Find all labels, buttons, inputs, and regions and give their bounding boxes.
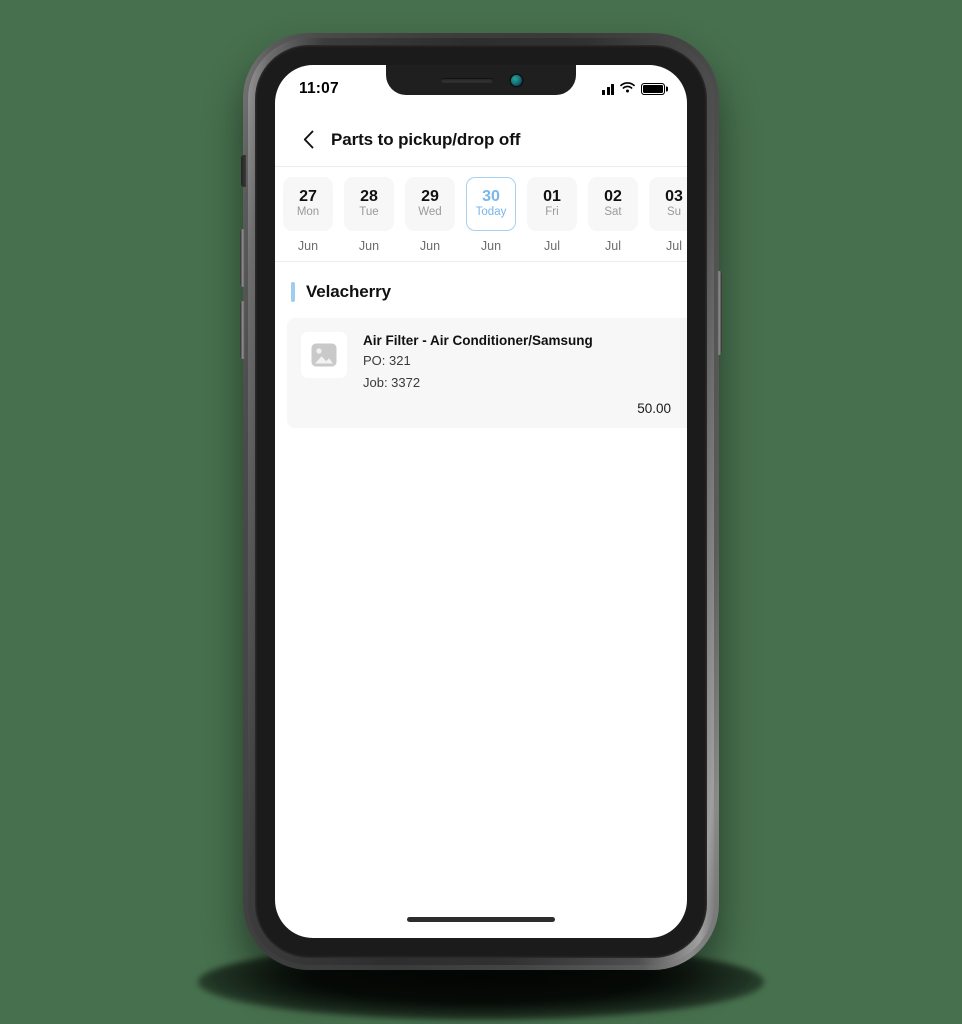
part-thumbnail	[301, 331, 347, 378]
date-day-number: 02	[604, 188, 622, 206]
page-title: Parts to pickup/drop off	[331, 129, 521, 149]
part-po-number: PO: 321	[363, 352, 411, 368]
date-month-label: Jul	[605, 239, 621, 253]
signal-bars-icon	[602, 83, 614, 95]
chevron-left-icon	[303, 130, 313, 149]
back-button[interactable]	[293, 125, 323, 155]
date-option-28[interactable]: 28 Tue Jun	[344, 177, 394, 253]
date-month-label: Jun	[480, 239, 502, 253]
part-name: Air Filter - Air Conditioner/Samsung	[363, 332, 593, 348]
date-day-number: 01	[543, 188, 561, 206]
parts-list-content: Velacherry Air Filter - Air Conditioner/…	[275, 261, 687, 429]
date-option-01[interactable]: 01 Fri Jul	[527, 177, 577, 253]
date-option-29[interactable]: 29 Wed Jun	[405, 177, 455, 253]
date-day-number: 28	[360, 188, 378, 206]
date-day-number: 30	[482, 188, 500, 206]
section-accent-bar	[291, 281, 295, 302]
date-day-number: 03	[665, 188, 683, 206]
date-weekday-label: Su	[666, 206, 682, 219]
earpiece-speaker-icon	[440, 77, 493, 83]
status-bar-clock: 11:07	[299, 80, 339, 97]
date-weekday-label: Mon	[296, 206, 320, 219]
date-today-label: Today	[475, 206, 507, 219]
section-header-velacherry: Velacherry	[275, 262, 687, 318]
battery-full-icon	[641, 83, 665, 95]
date-selector-strip[interactable]: 27 Mon Jun 28 Tue Jun 29 Wed Jun 30 Toda…	[275, 167, 687, 262]
part-job-number: Job: 3372	[363, 375, 421, 391]
date-weekday-label: Fri	[545, 206, 559, 219]
date-weekday-label: Tue	[359, 206, 379, 219]
phone-device-frame: 11:07 Parts to pickup/drop off 27 Mon Ju…	[240, 33, 722, 970]
part-list-item[interactable]: Air Filter - Air Conditioner/Samsung PO:…	[287, 317, 687, 429]
date-chip[interactable]: 28 Tue	[344, 177, 394, 231]
date-month-label: Jun	[419, 239, 441, 253]
wifi-icon	[620, 80, 635, 98]
image-placeholder-icon	[311, 343, 337, 366]
date-chip[interactable]: 27 Mon	[283, 177, 333, 231]
display-notch	[386, 65, 576, 95]
volume-down-button[interactable]	[240, 301, 245, 359]
home-indicator-bar[interactable]	[407, 917, 555, 922]
app-header: Parts to pickup/drop off	[275, 113, 687, 167]
power-button[interactable]	[717, 271, 722, 355]
date-chip[interactable]: 01 Fri	[527, 177, 577, 231]
phone-screen: 11:07 Parts to pickup/drop off 27 Mon Ju…	[275, 65, 687, 938]
date-option-02[interactable]: 02 Sat Jul	[588, 177, 638, 253]
date-option-27[interactable]: 27 Mon Jun	[283, 177, 333, 253]
date-chip[interactable]: 29 Wed	[405, 177, 455, 231]
date-chip[interactable]: 02 Sat	[588, 177, 638, 231]
silent-switch-button[interactable]	[241, 155, 246, 187]
date-chip-selected[interactable]: 30 Today	[466, 177, 516, 231]
part-details: Air Filter - Air Conditioner/Samsung PO:…	[363, 332, 671, 417]
date-month-label: Jun	[297, 239, 319, 253]
part-price: 50.00	[637, 401, 671, 417]
date-month-label: Jul	[666, 239, 682, 253]
date-weekday-label: Sat	[604, 206, 622, 219]
date-option-30-today[interactable]: 30 Today Jun	[466, 177, 516, 253]
volume-up-button[interactable]	[240, 229, 245, 287]
section-title: Velacherry	[306, 281, 392, 301]
date-day-number: 27	[299, 188, 317, 206]
date-option-03[interactable]: 03 Su Jul	[649, 177, 687, 253]
status-bar-indicators	[602, 80, 665, 98]
date-month-label: Jun	[358, 239, 380, 253]
front-camera-icon	[510, 74, 522, 86]
date-chip[interactable]: 03 Su	[649, 177, 687, 231]
date-day-number: 29	[421, 188, 439, 206]
date-weekday-label: Wed	[418, 206, 442, 219]
date-month-label: Jul	[544, 239, 560, 253]
